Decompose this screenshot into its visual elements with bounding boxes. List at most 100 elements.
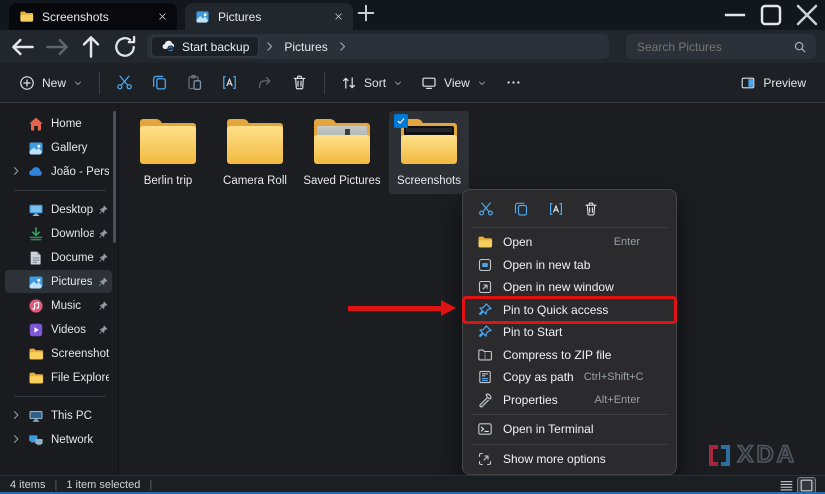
sidebar-item-gallery[interactable]: Gallery	[5, 136, 112, 159]
folder-tile-camera-roll[interactable]: Camera Roll	[215, 111, 295, 194]
sidebar-item-label: Pictures	[51, 275, 93, 288]
copy-button[interactable]	[142, 68, 177, 98]
sidebar-item-home[interactable]: Home	[5, 112, 112, 135]
context-cut-button[interactable]	[471, 196, 501, 222]
file-commands	[107, 68, 317, 98]
sidebar-item-videos[interactable]: Videos	[5, 318, 112, 341]
menu-separator	[472, 443, 667, 445]
menu-item-copy-as-path[interactable]: Copy as path Ctrl+Shift+C	[468, 366, 671, 389]
folder-icon	[19, 9, 34, 24]
cut-icon	[116, 74, 133, 91]
folder-front	[227, 126, 283, 164]
sidebar-item-label: João - Personal	[51, 165, 109, 178]
status-divider: |	[54, 479, 58, 491]
sidebar-item-file-explorer-gui[interactable]: File Explorer gui	[5, 366, 112, 389]
back-button[interactable]	[9, 34, 37, 60]
chevron-right-icon[interactable]	[336, 40, 349, 53]
plus-icon	[353, 0, 379, 26]
sidebar-item-downloads[interactable]: Downloads	[5, 222, 112, 245]
delete-button[interactable]	[282, 68, 317, 98]
sidebar-item-pictures[interactable]: Pictures	[5, 270, 112, 293]
sidebar-item-documents[interactable]: Documents	[5, 246, 112, 269]
menu-item-label: Properties	[503, 392, 558, 407]
tab-pictures[interactable]: Pictures	[185, 3, 353, 30]
search-input[interactable]	[635, 38, 793, 55]
tab-screenshots[interactable]: Screenshots	[9, 3, 177, 30]
large-icons-view-button[interactable]	[797, 476, 816, 494]
terminal-icon	[477, 421, 493, 437]
context-rename-button[interactable]	[541, 196, 571, 222]
preview-button-label: Preview	[763, 75, 806, 90]
menu-item-open-in-terminal[interactable]: Open in Terminal	[468, 418, 671, 441]
tab-close-icon[interactable]	[329, 8, 347, 26]
folder-tile-saved-pictures[interactable]: Saved Pictures	[302, 111, 382, 194]
maximize-icon	[753, 0, 789, 33]
new-tab-button[interactable]	[353, 0, 379, 26]
sidebar-item-label: Network	[51, 433, 94, 446]
menu-item-show-more-options[interactable]: Show more options	[468, 448, 671, 471]
start-backup-label: Start backup	[182, 39, 250, 54]
refresh-icon	[111, 33, 139, 61]
folder-icon	[311, 118, 373, 170]
menu-item-compress-to-zip-file[interactable]: Compress to ZIP file	[468, 344, 671, 367]
context-menu-quick-actions	[467, 194, 672, 224]
details-view-button[interactable]	[778, 478, 795, 493]
tab-close-icon[interactable]	[153, 8, 171, 26]
chevron-down-icon	[393, 78, 403, 88]
folder-front	[140, 126, 196, 164]
file-explorer-window: Screenshots Pictures Start backup Pictur…	[0, 0, 825, 494]
xda-watermark-text: XDA	[737, 441, 797, 468]
minimize-button[interactable]	[717, 0, 753, 29]
menu-separator	[472, 414, 667, 415]
properties-icon	[477, 392, 493, 408]
chevron-right-icon[interactable]	[10, 433, 22, 445]
copy-icon	[513, 201, 529, 217]
sidebar-item-desktop[interactable]: Desktop	[5, 198, 112, 221]
start-backup-button[interactable]: Start backup	[151, 36, 260, 57]
details-view-icon	[778, 477, 795, 494]
music-icon	[28, 298, 44, 314]
menu-item-pin-to-start[interactable]: Pin to Start	[468, 321, 671, 344]
address-bar[interactable]: Start backup Pictures	[147, 34, 609, 59]
folder-tile-screenshots[interactable]: Screenshots	[389, 111, 469, 194]
sidebar-item-network[interactable]: Network	[5, 428, 112, 451]
refresh-button[interactable]	[111, 34, 139, 60]
search-box[interactable]	[626, 34, 816, 59]
cut-button[interactable]	[107, 68, 142, 98]
close-button[interactable]	[789, 0, 825, 29]
ellipsis-icon	[505, 74, 522, 91]
toolbar-divider	[99, 71, 101, 94]
maximize-button[interactable]	[753, 0, 789, 29]
chevron-right-icon[interactable]	[10, 409, 22, 421]
window-controls	[717, 0, 825, 30]
sidebar-item-this-pc[interactable]: This PC	[5, 404, 112, 427]
preview-button[interactable]: Preview	[731, 69, 815, 97]
more-options-button[interactable]	[496, 68, 531, 98]
new-button[interactable]: New	[10, 69, 92, 97]
menu-item-open-in-new-window[interactable]: Open in new window	[468, 276, 671, 299]
sidebar-item-jo-o-personal[interactable]: João - Personal	[5, 160, 112, 183]
folder-name: Camera Roll	[223, 175, 287, 187]
folder-tile-berlin-trip[interactable]: Berlin trip	[128, 111, 208, 194]
menu-item-open[interactable]: Open Enter	[468, 231, 671, 254]
sort-button[interactable]: Sort	[332, 69, 412, 97]
up-button[interactable]	[77, 34, 105, 60]
chevron-down-icon	[73, 78, 83, 88]
rename-button[interactable]	[212, 68, 247, 98]
chevron-right-icon[interactable]	[10, 165, 22, 177]
menu-item-properties[interactable]: Properties Alt+Enter	[468, 389, 671, 412]
sidebar-item-music[interactable]: Music	[5, 294, 112, 317]
navigation-pane: Home Gallery João - Personal Desktop Dow…	[0, 104, 118, 475]
selection-checkbox[interactable]	[394, 114, 408, 128]
menu-item-pin-to-quick-access[interactable]: Pin to Quick access	[462, 295, 677, 324]
menu-item-open-in-new-tab[interactable]: Open in new tab	[468, 254, 671, 277]
sidebar-scrollbar[interactable]	[113, 111, 116, 243]
thumbnails-view-icon	[798, 477, 815, 494]
breadcrumb-location[interactable]: Pictures	[280, 40, 331, 54]
menu-item-label: Show more options	[503, 451, 606, 466]
context-delete-button[interactable]	[576, 196, 606, 222]
tab-label: Screenshots	[42, 9, 109, 24]
view-button[interactable]: View	[412, 69, 496, 97]
context-copy-button[interactable]	[506, 196, 536, 222]
sidebar-item-screenshots[interactable]: Screenshots	[5, 342, 112, 365]
